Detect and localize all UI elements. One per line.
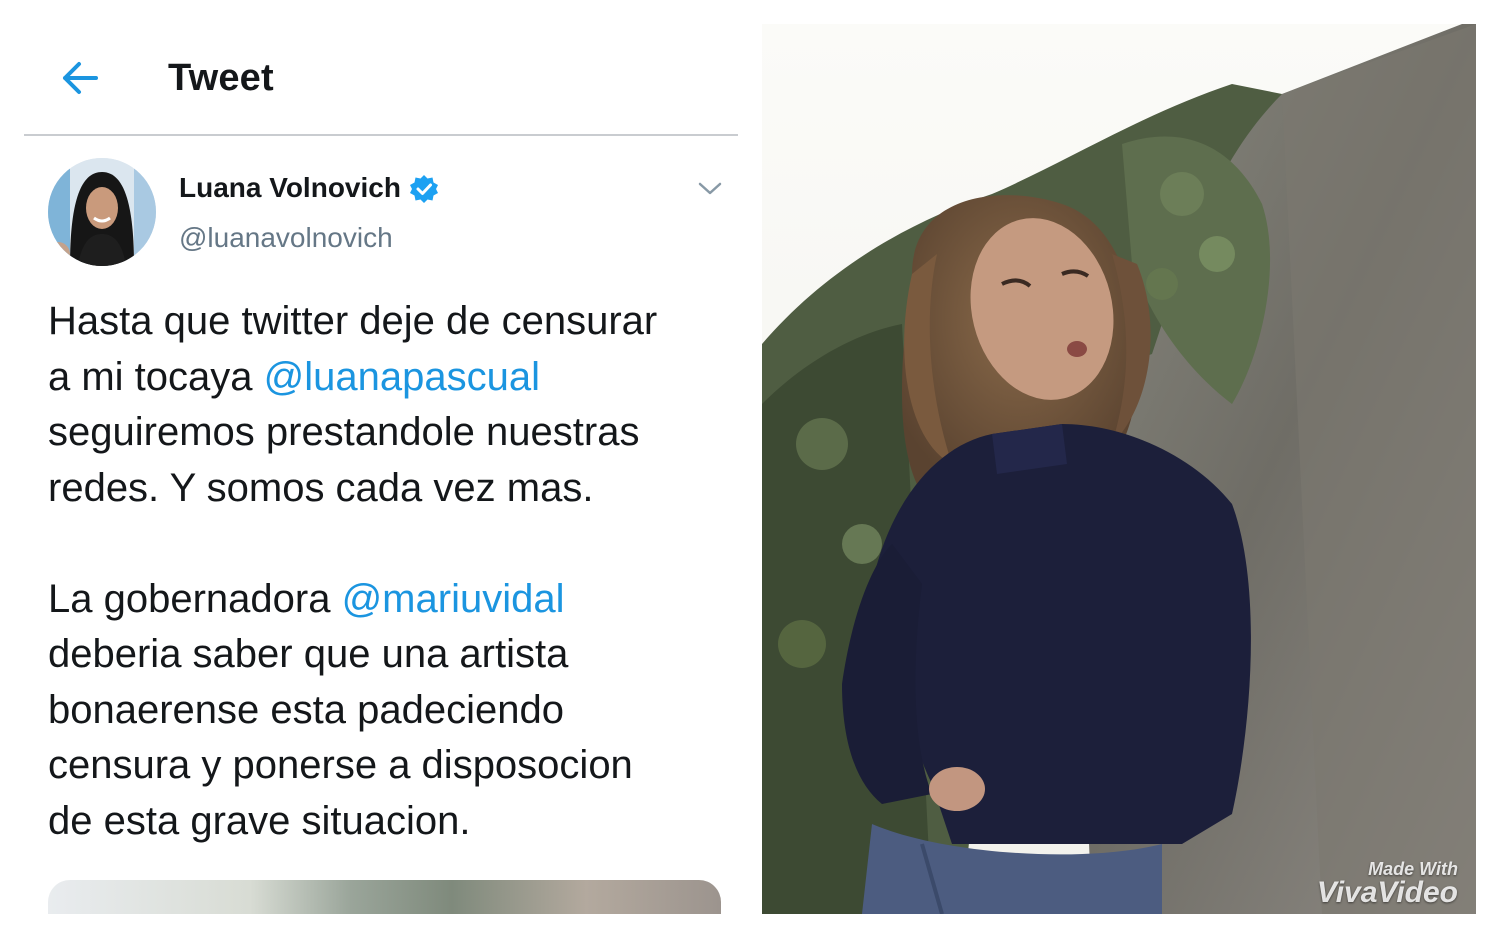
verified-badge-icon [410, 175, 438, 203]
tweet-text-fragment: a mi tocaya [48, 354, 264, 399]
tweet-screenshot: Tweet Luana Volnovich @luanavolnovich Ha… [24, 24, 738, 914]
photo-image [762, 24, 1476, 914]
mention-link[interactable]: @luanapascual [264, 355, 540, 399]
tweet-line: redes. Y somos cada vez mas. [48, 465, 594, 510]
tweet-line: Hasta que twitter deje de censurar [48, 299, 658, 343]
app-watermark: Made With VivaVideo [1316, 859, 1458, 909]
tweet-text-fragment: La gobernadora [48, 576, 342, 621]
tweet-line: censura y ponerse a disposocion [48, 743, 633, 787]
tweet-line: La gobernadora @mariuvidal [48, 572, 738, 628]
author-handle[interactable]: @luanavolnovich [179, 222, 393, 254]
tweet-line: a mi tocaya @luanapascual [48, 350, 738, 406]
tweet-media-preview[interactable] [48, 880, 721, 914]
arrow-left-icon [63, 62, 98, 94]
tweet-text: Hasta que twitter deje de censurar a mi … [48, 294, 738, 849]
tweet-line: deberia saber que una artista [48, 632, 569, 676]
watermark-line2: VivaVideo [1316, 876, 1458, 909]
tweet-line: seguiremos prestandole nuestras [48, 410, 640, 454]
page-title: Tweet [168, 57, 274, 99]
author-name[interactable]: Luana Volnovich [179, 172, 401, 204]
tweet-line: de esta grave situacion. [48, 798, 471, 843]
top-app-bar: Tweet [24, 24, 738, 136]
tweet-menu-button[interactable] [696, 176, 724, 200]
tweet-line: bonaerense esta padeciendo [48, 687, 564, 732]
video-still-photo: Made With VivaVideo [762, 24, 1476, 914]
chevron-down-icon [698, 182, 722, 195]
back-button[interactable] [58, 56, 102, 100]
mention-link[interactable]: @mariuvidal [342, 577, 565, 621]
avatar[interactable] [48, 158, 156, 266]
